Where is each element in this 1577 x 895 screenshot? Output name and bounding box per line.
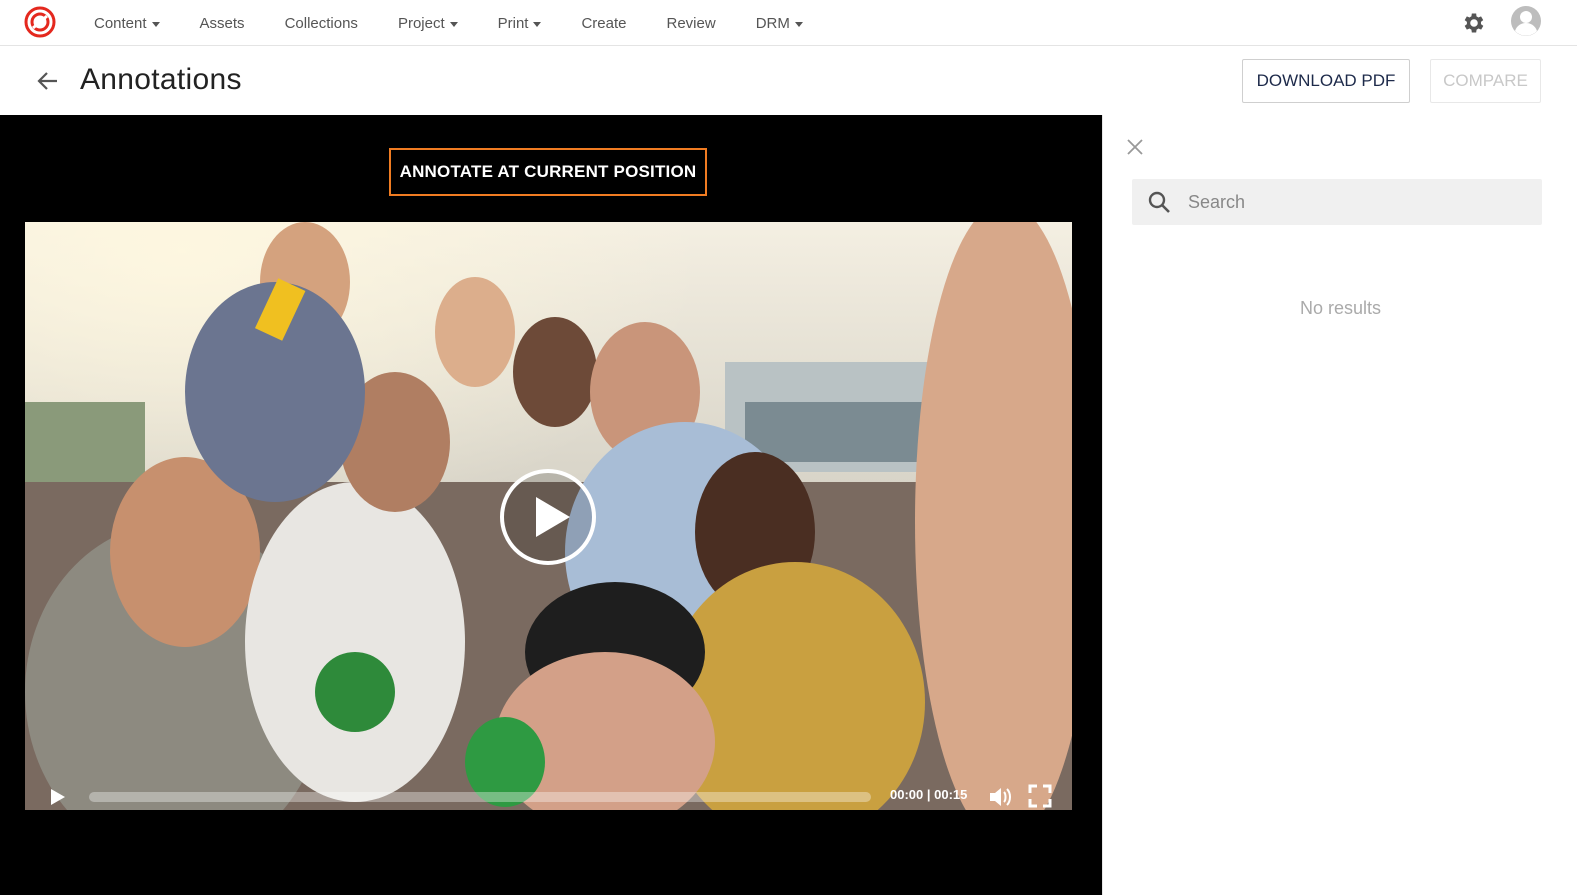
play-icon[interactable] (47, 787, 67, 807)
nav-item-drm[interactable]: DRM (736, 0, 823, 46)
compare-button[interactable]: COMPARE (1430, 59, 1541, 103)
fullscreen-icon[interactable] (1028, 784, 1052, 808)
nav-item-review[interactable]: Review (647, 0, 736, 46)
caret-down-icon (794, 21, 803, 27)
search-input[interactable] (1188, 179, 1528, 225)
video-frame[interactable]: 00:00 | 00:15 (25, 222, 1072, 810)
close-icon[interactable] (1125, 137, 1145, 157)
main-menu: Content Assets Collections Project Print… (74, 0, 823, 46)
annotate-at-current-position-button[interactable]: ANNOTATE AT CURRENT POSITION (389, 148, 707, 196)
progress-bar[interactable] (89, 792, 871, 802)
no-results-message: No results (1299, 298, 1382, 318)
back-arrow-icon[interactable] (34, 67, 62, 95)
app-logo-icon[interactable] (24, 6, 56, 38)
caret-down-icon (533, 21, 542, 27)
search-box (1132, 179, 1542, 225)
volume-icon[interactable] (988, 786, 1012, 808)
annotations-side-panel: No results (1102, 115, 1577, 895)
search-icon (1148, 191, 1170, 213)
nav-item-collections[interactable]: Collections (265, 0, 378, 46)
nav-item-project[interactable]: Project (378, 0, 478, 46)
nav-item-create[interactable]: Create (561, 0, 646, 46)
nav-item-content[interactable]: Content (74, 0, 180, 46)
nav-item-print[interactable]: Print (478, 0, 562, 46)
big-play-icon[interactable] (498, 467, 598, 567)
caret-down-icon (449, 21, 458, 27)
top-navigation: Content Assets Collections Project Print… (0, 0, 1577, 46)
download-pdf-button[interactable]: DOWNLOAD PDF (1242, 59, 1410, 103)
gear-icon[interactable] (1461, 10, 1487, 36)
page-header: Annotations DOWNLOAD PDF COMPARE (0, 47, 1577, 115)
time-display: 00:00 | 00:15 (890, 787, 968, 802)
page-title: Annotations (80, 63, 242, 96)
avatar-icon[interactable] (1510, 5, 1542, 37)
nav-item-assets[interactable]: Assets (180, 0, 265, 46)
video-controls: 00:00 | 00:15 (25, 778, 1072, 810)
caret-down-icon (151, 21, 160, 27)
video-player-area: ANNOTATE AT CURRENT POSITION 00:00 | 00:… (0, 115, 1102, 895)
